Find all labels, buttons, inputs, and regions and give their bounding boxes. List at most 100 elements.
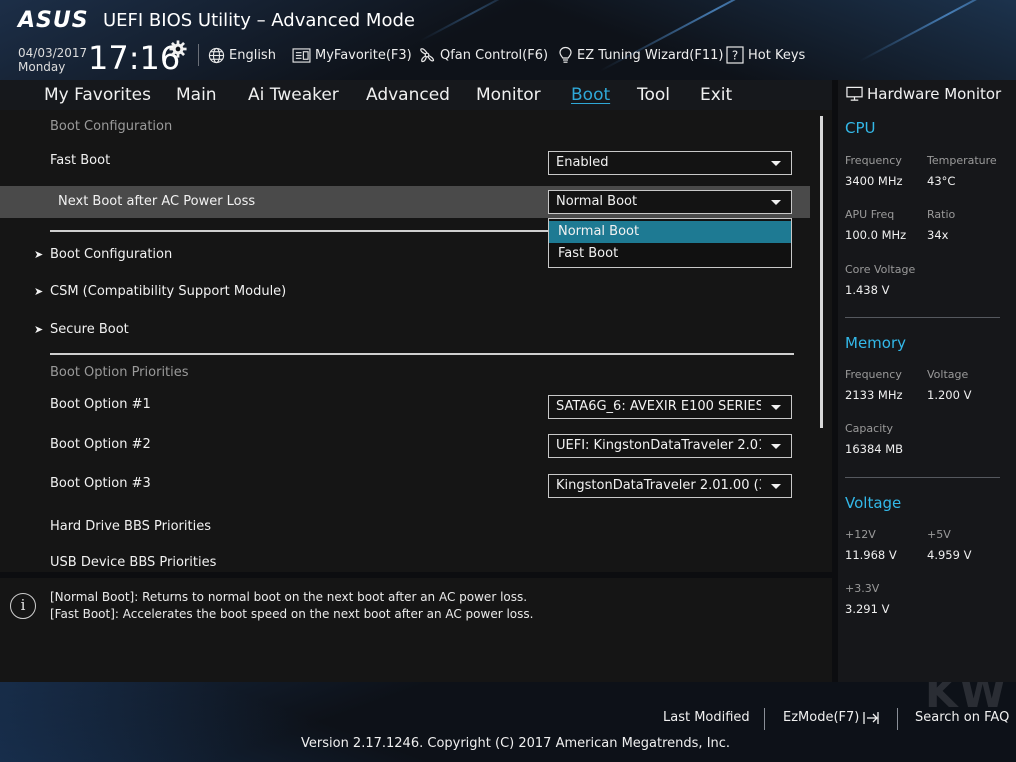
next-boot-label: Next Boot after AC Power Loss	[58, 194, 256, 209]
chevron-down-icon	[771, 161, 781, 166]
memory-voltage-label: Voltage	[927, 368, 969, 381]
voltage-section-title: Voltage	[845, 494, 902, 512]
hardware-monitor-label: Hardware Monitor	[867, 85, 1002, 103]
hot-keys-button[interactable]: ? Hot Keys	[726, 44, 805, 66]
v33-value: 3.291 V	[845, 602, 890, 616]
memory-frequency-value: 2133 MHz	[845, 388, 903, 402]
tab-monitor[interactable]: Monitor	[476, 84, 541, 106]
boot-option-3-value: KingstonDataTraveler 2.01.00 (3	[556, 478, 761, 493]
favorite-list-icon	[292, 47, 311, 63]
chevron-down-icon	[771, 484, 781, 489]
header-bar: ASUS UEFI BIOS Utility – Advanced Mode 0…	[0, 0, 1016, 80]
dropdown-option-fast-boot[interactable]: Fast Boot	[549, 243, 791, 265]
qfan-control-button[interactable]: Qfan Control(F6)	[418, 44, 548, 66]
scrollbar[interactable]	[820, 116, 823, 428]
toolbar-divider	[198, 44, 199, 66]
submenu-label: Secure Boot	[50, 322, 129, 337]
divider	[845, 477, 1000, 478]
v12-value: 11.968 V	[845, 548, 897, 562]
boot-option-3-select[interactable]: KingstonDataTraveler 2.01.00 (3	[548, 474, 792, 498]
asus-logo: ASUS	[18, 8, 89, 33]
cpu-temperature-value: 43°C	[927, 174, 956, 188]
gear-icon[interactable]	[169, 40, 187, 58]
memory-frequency-label: Frequency	[845, 368, 902, 381]
search-faq-button[interactable]: Search on FAQ	[915, 709, 1009, 727]
tab-ai-tweaker[interactable]: Ai Tweaker	[248, 84, 339, 106]
last-modified-button[interactable]: Last Modified	[663, 709, 750, 727]
language-button[interactable]: English	[208, 44, 276, 66]
qfan-control-label: Qfan Control(F6)	[440, 47, 549, 63]
v5-value: 4.959 V	[927, 548, 972, 562]
tab-boot[interactable]: Boot	[571, 84, 610, 106]
decor-streak	[419, 0, 527, 42]
footer-divider	[897, 708, 898, 730]
next-boot-dropdown-list: Normal Boot Fast Boot	[548, 218, 792, 268]
submenu-arrow-icon: ➤	[34, 285, 44, 298]
boot-option-1-value: SATA6G_6: AVEXIR E100 SERIES (	[556, 399, 761, 414]
help-key-icon: ?	[726, 46, 744, 64]
memory-section-title: Memory	[845, 334, 907, 352]
cpu-temperature-label: Temperature	[927, 154, 997, 167]
cpu-frequency-label: Frequency	[845, 154, 902, 167]
submenu-label: Boot Configuration	[50, 247, 173, 262]
tab-exit[interactable]: Exit	[700, 84, 732, 106]
footer-bar: KW Last Modified EzMode(F7) Search on FA…	[0, 682, 1016, 762]
section-heading-boot-configuration: Boot Configuration	[50, 119, 173, 134]
clock-time: 17:16	[88, 39, 181, 77]
v33-label: +3.3V	[845, 582, 880, 595]
chevron-down-icon	[771, 444, 781, 449]
apu-freq-label: APU Freq	[845, 208, 895, 221]
tab-advanced[interactable]: Advanced	[366, 84, 450, 106]
boot-option-2-select[interactable]: UEFI: KingstonDataTraveler 2.01	[548, 434, 792, 458]
chevron-down-icon	[771, 405, 781, 410]
help-description-bar: i [Normal Boot]: Returns to normal boot …	[0, 578, 832, 682]
lightbulb-icon	[559, 46, 572, 63]
monitor-icon	[846, 86, 863, 101]
help-text-line-1: [Normal Boot]: Returns to normal boot on…	[50, 590, 528, 604]
tab-my-favorites[interactable]: My Favorites	[44, 84, 151, 106]
v12-label: +12V	[845, 528, 876, 541]
hard-drive-bbs-priorities[interactable]: Hard Drive BBS Priorities	[50, 518, 211, 536]
hot-keys-label: Hot Keys	[748, 47, 806, 63]
my-favorite-label: MyFavorite(F3)	[315, 47, 412, 63]
ratio-value: 34x	[927, 228, 949, 242]
ezmode-button[interactable]: EzMode(F7)	[783, 709, 880, 727]
ez-tuning-wizard-label: EZ Tuning Wizard(F11)	[577, 47, 724, 63]
hardware-monitor-title: Hardware Monitor	[846, 84, 1001, 104]
next-boot-select[interactable]: Normal Boot	[548, 190, 792, 214]
app-title: UEFI BIOS Utility – Advanced Mode	[103, 10, 415, 31]
submenu-arrow-icon: ➤	[34, 323, 44, 336]
ezmode-label: EzMode(F7)	[783, 710, 860, 725]
dropdown-option-normal-boot[interactable]: Normal Boot	[549, 221, 791, 243]
fast-boot-value: Enabled	[556, 155, 609, 170]
submenu-csm[interactable]: ➤ CSM (Compatibility Support Module)	[34, 283, 286, 301]
submenu-boot-configuration[interactable]: ➤ Boot Configuration	[34, 246, 172, 264]
fast-boot-select[interactable]: Enabled	[548, 151, 792, 175]
ratio-label: Ratio	[927, 208, 956, 221]
settings-panel: Boot Configuration Fast Boot Enabled Nex…	[0, 110, 832, 572]
date-display: 04/03/2017 Monday	[18, 46, 87, 74]
fast-boot-label: Fast Boot	[50, 153, 111, 168]
boot-option-1-label: Boot Option #1	[50, 397, 151, 412]
next-boot-value: Normal Boot	[556, 194, 638, 209]
boot-option-3-label: Boot Option #3	[50, 476, 151, 491]
exit-arrow-icon	[863, 712, 880, 724]
tab-tool[interactable]: Tool	[637, 84, 670, 106]
usb-device-bbs-priorities[interactable]: USB Device BBS Priorities	[50, 554, 216, 572]
boot-option-1-select[interactable]: SATA6G_6: AVEXIR E100 SERIES (	[548, 395, 792, 419]
core-voltage-value: 1.438 V	[845, 283, 890, 297]
main-nav-tabs: My Favorites Main Ai Tweaker Advanced Mo…	[0, 80, 832, 110]
my-favorite-button[interactable]: MyFavorite(F3)	[292, 44, 412, 66]
info-icon: i	[10, 593, 36, 619]
fan-icon	[420, 48, 435, 63]
divider	[50, 353, 794, 355]
cpu-section-title: CPU	[845, 119, 876, 137]
submenu-secure-boot[interactable]: ➤ Secure Boot	[34, 321, 129, 339]
memory-capacity-label: Capacity	[845, 422, 894, 435]
tab-main[interactable]: Main	[176, 84, 217, 106]
ez-tuning-wizard-button[interactable]: EZ Tuning Wizard(F11)	[558, 44, 723, 66]
chevron-down-icon	[771, 200, 781, 205]
v5-label: +5V	[927, 528, 951, 541]
cpu-frequency-value: 3400 MHz	[845, 174, 903, 188]
divider	[845, 317, 1000, 318]
